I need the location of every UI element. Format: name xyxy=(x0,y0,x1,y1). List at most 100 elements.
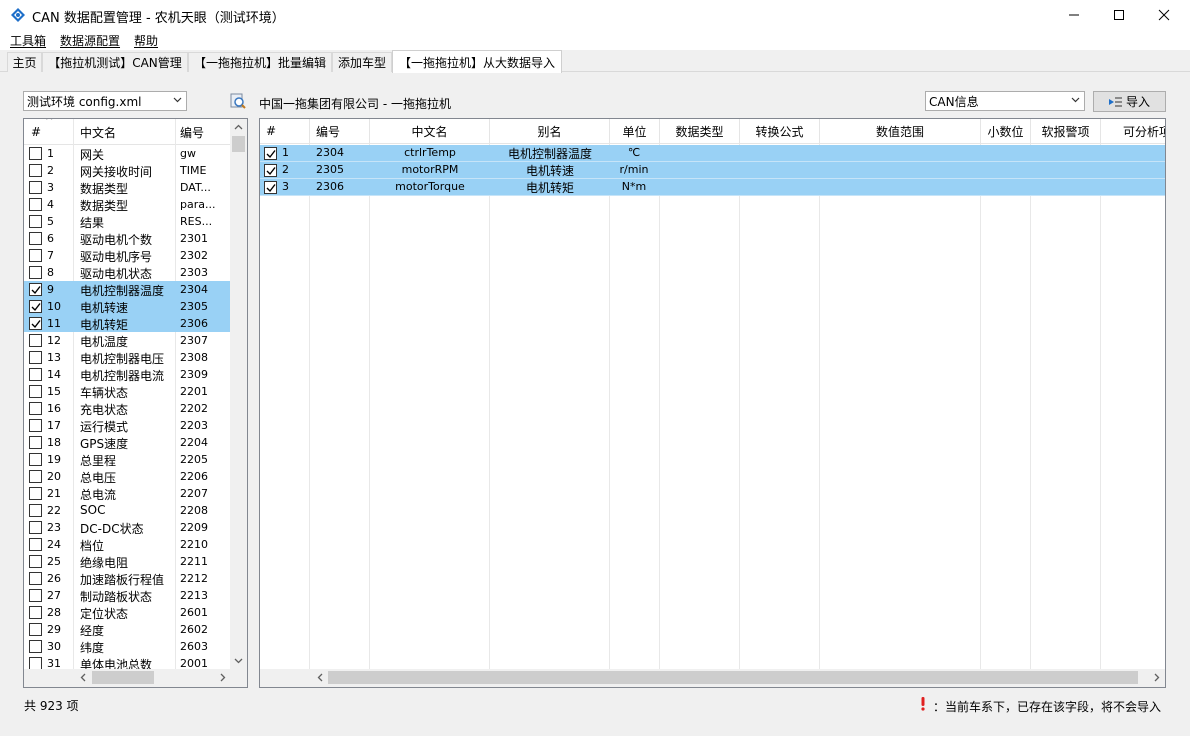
row-checkbox[interactable] xyxy=(29,147,42,160)
left-header-num[interactable]: # xyxy=(31,125,41,139)
list-item[interactable]: 21 总电流 2207 xyxy=(24,485,230,502)
tab-import-bigdata[interactable]: 【一拖拖拉机】从大数据导入 xyxy=(392,50,562,73)
scroll-left-icon[interactable] xyxy=(316,673,325,682)
env-config-select[interactable]: 测试环境 config.xml xyxy=(23,91,187,111)
list-item[interactable]: 29 经度 2602 xyxy=(24,621,230,638)
row-checkbox[interactable] xyxy=(29,538,42,551)
list-item[interactable]: 27 制动踏板状态 2213 xyxy=(24,587,230,604)
scroll-thumb[interactable] xyxy=(232,136,245,152)
scroll-right-icon[interactable] xyxy=(218,673,227,682)
row-checkbox[interactable] xyxy=(29,419,42,432)
row-checkbox[interactable] xyxy=(29,249,42,262)
maximize-button[interactable] xyxy=(1096,0,1142,30)
row-checkbox[interactable] xyxy=(29,283,42,296)
list-item[interactable]: 15 车辆状态 2201 xyxy=(24,383,230,400)
right-header-alias[interactable]: 别名 xyxy=(490,119,610,144)
row-checkbox[interactable] xyxy=(29,555,42,568)
row-checkbox[interactable] xyxy=(29,589,42,602)
right-header-range[interactable]: 数值范围 xyxy=(820,119,981,144)
right-header-datatype[interactable]: 数据类型 xyxy=(660,119,740,144)
row-checkbox[interactable] xyxy=(264,147,277,160)
row-checkbox[interactable] xyxy=(29,623,42,636)
right-header-num[interactable]: # ^ xyxy=(260,119,310,144)
left-header-code[interactable]: 编号 xyxy=(180,124,204,141)
row-checkbox[interactable] xyxy=(29,368,42,381)
menu-datasource[interactable]: 数据源配置 xyxy=(60,32,120,49)
right-header-name[interactable]: 中文名 xyxy=(370,119,490,144)
list-item[interactable]: 2 网关接收时间 TIME xyxy=(24,162,230,179)
list-item[interactable]: 13 电机控制器电压 2308 xyxy=(24,349,230,366)
list-item[interactable]: 11 电机转矩 2306 xyxy=(24,315,230,332)
close-button[interactable] xyxy=(1141,0,1187,30)
table-row[interactable]: 1 2304 ctrlrTemp 电机控制器温度 ℃ xyxy=(260,145,1165,162)
row-checkbox[interactable] xyxy=(29,266,42,279)
tab-batch-edit[interactable]: 【一拖拖拉机】批量编辑 xyxy=(188,52,332,72)
list-item[interactable]: 28 定位状态 2601 xyxy=(24,604,230,621)
row-checkbox[interactable] xyxy=(29,215,42,228)
row-checkbox[interactable] xyxy=(29,640,42,653)
tab-home[interactable]: 主页 xyxy=(7,52,42,72)
menu-toolbox[interactable]: 工具箱 xyxy=(10,32,46,49)
row-checkbox[interactable] xyxy=(29,300,42,313)
list-item[interactable]: 1 网关 gw xyxy=(24,145,230,162)
refresh-search-icon[interactable] xyxy=(229,92,247,110)
right-header-formula[interactable]: 转换公式 xyxy=(740,119,820,144)
tab-can-manage[interactable]: 【拖拉机测试】CAN管理 xyxy=(42,52,188,72)
row-checkbox[interactable] xyxy=(264,181,277,194)
row-checkbox[interactable] xyxy=(29,521,42,534)
can-info-select[interactable]: CAN信息 xyxy=(925,91,1085,111)
left-vertical-scrollbar[interactable] xyxy=(230,119,247,669)
scroll-left-icon[interactable] xyxy=(79,673,88,682)
right-header-analyzable[interactable]: 可分析项 xyxy=(1101,119,1165,144)
right-header-soft-alarm[interactable]: 软报警项 xyxy=(1031,119,1101,144)
list-item[interactable]: 24 档位 2210 xyxy=(24,536,230,553)
table-row[interactable]: 2 2305 motorRPM 电机转速 r/min xyxy=(260,162,1165,179)
list-item[interactable]: 14 电机控制器电流 2309 xyxy=(24,366,230,383)
list-item[interactable]: 12 电机温度 2307 xyxy=(24,332,230,349)
import-preview-grid[interactable]: # ^ 编号 中文名 别名 单位 数据类型 转换公式 数值范围 小数位 软报警项… xyxy=(259,118,1166,688)
list-item[interactable]: 22 SOC 2208 xyxy=(24,502,230,519)
list-item[interactable]: 7 驱动电机序号 2302 xyxy=(24,247,230,264)
tab-add-model[interactable]: 添加车型 xyxy=(332,52,392,72)
list-item[interactable]: 19 总里程 2205 xyxy=(24,451,230,468)
list-item[interactable]: 6 驱动电机个数 2301 xyxy=(24,230,230,247)
scroll-right-icon[interactable] xyxy=(1152,673,1161,682)
row-checkbox[interactable] xyxy=(29,198,42,211)
row-checkbox[interactable] xyxy=(29,334,42,347)
list-item[interactable]: 16 充电状态 2202 xyxy=(24,400,230,417)
field-list-grid[interactable]: # ^ 中文名 编号 1 网关 gw 2 网关接收时间 TIME 3 数据类型 DAT... 4 数… xyxy=(23,118,248,688)
list-item[interactable]: 9 电机控制器温度 2304 xyxy=(24,281,230,298)
list-item[interactable]: 17 运行模式 2203 xyxy=(24,417,230,434)
right-horizontal-scrollbar[interactable] xyxy=(260,669,1165,687)
right-header-code[interactable]: 编号 xyxy=(310,119,370,144)
row-checkbox[interactable] xyxy=(29,402,42,415)
row-checkbox[interactable] xyxy=(29,487,42,500)
list-item[interactable]: 26 加速踏板行程值 2212 xyxy=(24,570,230,587)
left-header-name[interactable]: 中文名 xyxy=(80,124,116,141)
row-checkbox[interactable] xyxy=(29,606,42,619)
left-horizontal-scrollbar[interactable] xyxy=(24,669,247,687)
row-checkbox[interactable] xyxy=(29,181,42,194)
row-checkbox[interactable] xyxy=(29,470,42,483)
list-item[interactable]: 25 绝缘电阻 2211 xyxy=(24,553,230,570)
row-checkbox[interactable] xyxy=(29,436,42,449)
import-button[interactable]: 导入 xyxy=(1093,91,1166,112)
list-item[interactable]: 3 数据类型 DAT... xyxy=(24,179,230,196)
right-header-decimals[interactable]: 小数位 xyxy=(981,119,1031,144)
row-checkbox[interactable] xyxy=(29,572,42,585)
menu-help[interactable]: 帮助 xyxy=(134,32,158,49)
scroll-down-icon[interactable] xyxy=(234,656,243,665)
list-item[interactable]: 5 结果 RES... xyxy=(24,213,230,230)
row-checkbox[interactable] xyxy=(29,351,42,364)
list-item[interactable]: 4 数据类型 para... xyxy=(24,196,230,213)
minimize-button[interactable] xyxy=(1051,0,1097,30)
list-item[interactable]: 20 总电压 2206 xyxy=(24,468,230,485)
row-checkbox[interactable] xyxy=(29,453,42,466)
table-row[interactable]: 3 2306 motorTorque 电机转矩 N*m xyxy=(260,179,1165,196)
list-item[interactable]: 30 纬度 2603 xyxy=(24,638,230,655)
scroll-thumb[interactable] xyxy=(92,671,154,684)
list-item[interactable]: 8 驱动电机状态 2303 xyxy=(24,264,230,281)
row-checkbox[interactable] xyxy=(29,385,42,398)
list-item[interactable]: 23 DC-DC状态 2209 xyxy=(24,519,230,536)
list-item[interactable]: 18 GPS速度 2204 xyxy=(24,434,230,451)
